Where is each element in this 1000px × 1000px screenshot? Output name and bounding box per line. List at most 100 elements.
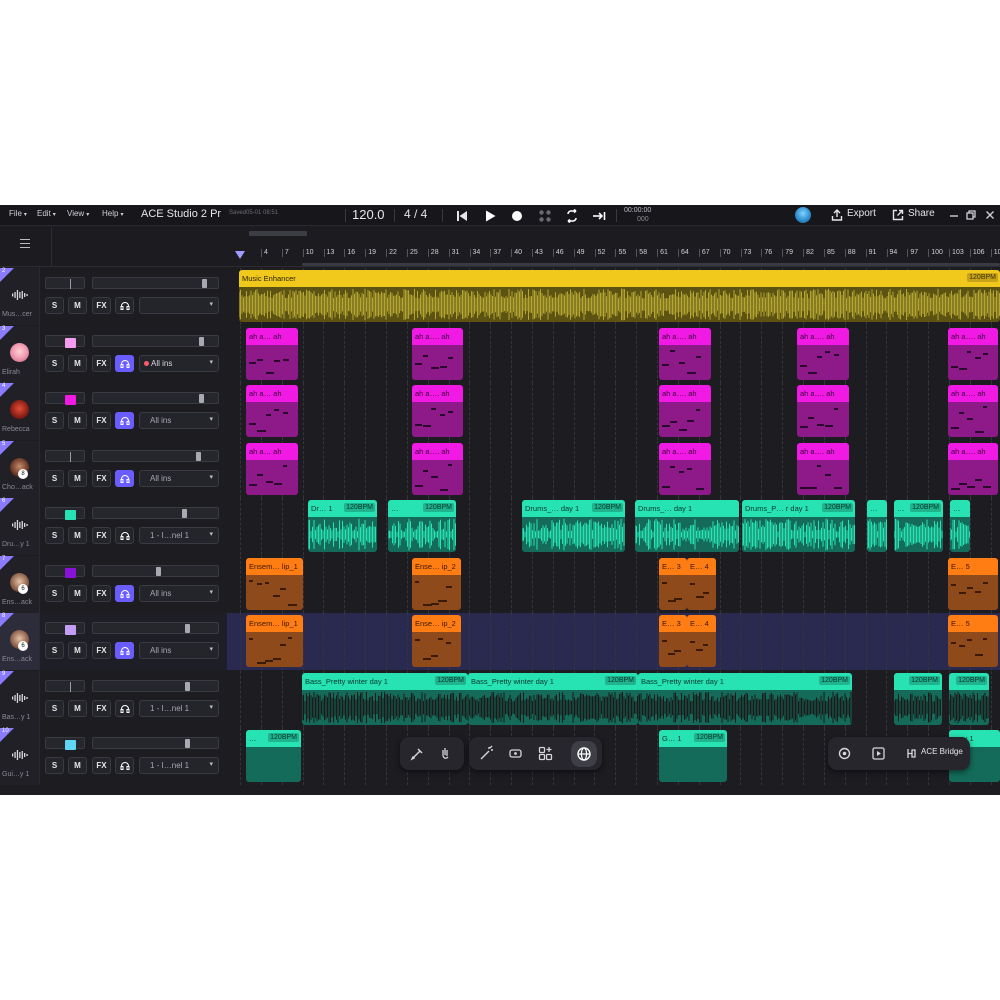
track-header[interactable]: 8 6 Ens…ack: [0, 613, 40, 670]
music-enhancer-clip[interactable]: Music Enhancer 120BPM: [239, 270, 1000, 322]
solo-button[interactable]: S: [45, 527, 64, 544]
fader-handle[interactable]: [199, 394, 205, 403]
track-header[interactable]: 5 8 Cho…ack: [0, 440, 40, 498]
guitar-clip[interactable]: … 120BPM: [246, 730, 301, 782]
fx-button[interactable]: FX: [92, 699, 111, 717]
vocal-clip[interactable]: ah a…. ah: [412, 385, 463, 437]
ensemble-clip[interactable]: E… 4: [687, 615, 716, 667]
solo-button[interactable]: S: [45, 469, 64, 487]
ace-bridge-button[interactable]: ACE Bridge: [921, 747, 963, 756]
track-header[interactable]: 2 Mus…cer: [0, 268, 40, 325]
retake-icon[interactable]: [507, 745, 524, 762]
drums-clip[interactable]: Drums_P… r day 1 120BPM: [742, 500, 855, 552]
track-name[interactable]: Rebecca: [2, 426, 30, 433]
loop-region[interactable]: [249, 231, 307, 236]
mute-button[interactable]: M: [68, 699, 87, 717]
restore-icon[interactable]: [966, 210, 976, 220]
track-lane[interactable]: ah a… ah ah a…. ah ah a…. ah ah a…. ah ah a……: [227, 383, 1000, 440]
ensemble-clip[interactable]: E… 3: [659, 615, 687, 667]
input-select[interactable]: 1 - I…nel 1 ▾: [139, 757, 219, 774]
input-select[interactable]: All ins ▾: [139, 584, 219, 602]
monitor-button[interactable]: [115, 469, 134, 487]
drums-clip[interactable]: …: [867, 500, 887, 552]
record-arm-dot[interactable]: [144, 360, 149, 366]
vocal-clip[interactable]: ah a…. ah: [948, 327, 998, 380]
fx-button[interactable]: FX: [92, 584, 111, 602]
vocal-clip[interactable]: ah a…. ah: [948, 442, 998, 495]
vocal-clip[interactable]: ah a… ah: [246, 385, 298, 437]
gear-icon[interactable]: [836, 745, 853, 762]
ensemble-clip[interactable]: Ensem… lip_1: [246, 557, 303, 610]
project-title[interactable]: ACE Studio 2 Pr: [141, 208, 221, 220]
track-header[interactable]: 7 6 Ens…ack: [0, 555, 40, 613]
menu-help[interactable]: Help ▾: [102, 209, 123, 218]
track-color-picker[interactable]: [45, 679, 85, 692]
fader-handle[interactable]: [201, 279, 207, 288]
track-color-picker[interactable]: [45, 564, 85, 578]
drums-clip[interactable]: … 120BPM: [894, 500, 943, 552]
bass-clip[interactable]: Bass_Pretty winter day 1 120BPM: [638, 672, 852, 725]
playhead-marker[interactable]: [235, 251, 245, 259]
track-lane[interactable]: Ensem… lip_1 Ense… ip_2 E… 3 E… 4 E… 5: [227, 613, 1000, 670]
track-color-picker[interactable]: [45, 737, 85, 750]
monitor-button[interactable]: [115, 412, 134, 429]
track-color-picker[interactable]: [45, 392, 85, 405]
share-button[interactable]: Share: [908, 208, 935, 219]
add-track-icon[interactable]: [537, 745, 554, 762]
track-name[interactable]: Mus…cer: [2, 311, 32, 318]
solo-button[interactable]: S: [45, 412, 64, 429]
mute-button[interactable]: M: [68, 354, 87, 372]
volume-fader[interactable]: [92, 277, 219, 289]
vocal-clip[interactable]: ah a…. ah: [797, 385, 849, 437]
fx-button[interactable]: FX: [92, 527, 111, 544]
vocal-clip[interactable]: ah a…. ah: [948, 385, 998, 437]
fader-handle[interactable]: [185, 681, 191, 691]
menu-view[interactable]: View ▾: [67, 209, 89, 218]
input-select[interactable]: All ins ▾: [139, 412, 219, 429]
guitar-clip[interactable]: G… 1 120BPM: [659, 730, 727, 782]
track-color-picker[interactable]: [45, 622, 85, 635]
tempo-display[interactable]: 120.0: [352, 207, 385, 222]
volume-fader[interactable]: [92, 507, 219, 519]
monitor-button[interactable]: [115, 354, 134, 372]
mute-button[interactable]: M: [68, 642, 87, 659]
vocal-clip[interactable]: ah a… ah: [246, 442, 298, 495]
time-signature[interactable]: 4 / 4: [404, 207, 427, 221]
solo-button[interactable]: S: [45, 297, 64, 314]
track-lane[interactable]: Dr… 1 120BPM… 120BPM Drums_… day 1 120BPM Dru…: [227, 498, 1000, 555]
mute-button[interactable]: M: [68, 412, 87, 429]
monitor-button[interactable]: [115, 642, 134, 659]
loop-icon[interactable]: [565, 209, 579, 223]
globe-icon[interactable]: [571, 741, 597, 767]
grid-icon[interactable]: [538, 209, 552, 223]
ensemble-clip[interactable]: E… 5: [948, 557, 998, 610]
track-lane[interactable]: ah a… ah ah a…. ah ah a…. ah ah a…. ah ah a……: [227, 325, 1000, 383]
volume-fader[interactable]: [92, 622, 219, 634]
fx-button[interactable]: FX: [92, 469, 111, 487]
volume-fader[interactable]: [92, 564, 219, 577]
fx-button[interactable]: FX: [92, 757, 111, 774]
monitor-button[interactable]: [115, 757, 134, 774]
track-lane[interactable]: Music Enhancer 120BPM: [227, 268, 1000, 325]
input-select[interactable]: ▾: [139, 297, 219, 314]
solo-button[interactable]: S: [45, 584, 64, 602]
solo-button[interactable]: S: [45, 699, 64, 717]
monitor-button[interactable]: [115, 584, 134, 602]
user-avatar[interactable]: [795, 207, 811, 223]
track-name[interactable]: Elirah: [2, 369, 20, 376]
track-header[interactable]: 6 Dru…y 1: [0, 498, 40, 555]
vocal-clip[interactable]: ah a…. ah: [659, 442, 711, 495]
vocal-clip[interactable]: ah a…. ah: [412, 327, 463, 380]
track-name[interactable]: Dru…y 1: [2, 541, 30, 548]
vocal-clip[interactable]: ah a…. ah: [797, 327, 849, 380]
volume-fader[interactable]: [92, 392, 219, 404]
minimize-icon[interactable]: [949, 211, 959, 221]
singer-avatar[interactable]: [10, 342, 29, 362]
follow-playhead-icon[interactable]: [592, 209, 606, 223]
vocal-clip[interactable]: ah a…. ah: [412, 442, 463, 495]
ensemble-clip[interactable]: E… 3: [659, 557, 687, 610]
input-select[interactable]: 1 - I…nel 1 ▾: [139, 699, 219, 717]
close-icon[interactable]: [985, 210, 995, 220]
timeline-scrollbar[interactable]: [302, 263, 1000, 266]
track-header[interactable]: 10 Gui…y 1: [0, 728, 40, 785]
